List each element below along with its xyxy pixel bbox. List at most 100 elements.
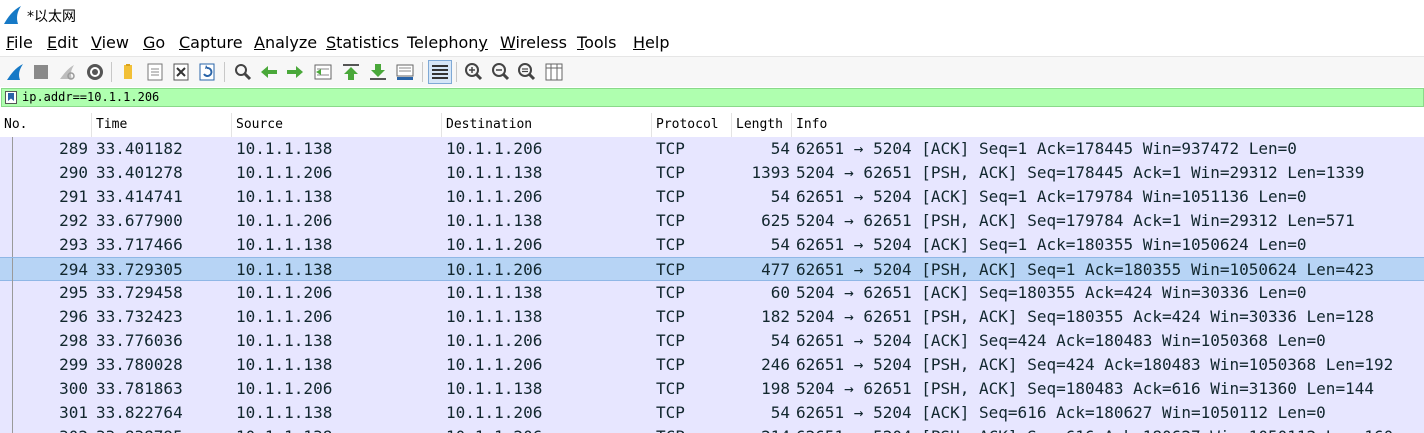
packet-cell-time: 33.401182 xyxy=(96,139,183,158)
packet-cell-src: 10.1.1.206 xyxy=(236,211,333,230)
packet-row[interactable]: 291 33.414741 10.1.1.138 10.1.1.206 TCP 54 626… xyxy=(0,185,1424,209)
packet-row[interactable]: 290 33.401278 10.1.1.206 10.1.1.138 TCP 1393 5… xyxy=(0,161,1424,185)
start-capture-fin-icon[interactable] xyxy=(4,61,26,83)
packet-cell-len: 198 xyxy=(761,379,790,398)
packet-cell-src: 10.1.1.138 xyxy=(236,355,333,374)
colorize-packet-list-icon[interactable] xyxy=(428,60,452,84)
menu-capture[interactable]: Capture xyxy=(179,33,243,52)
go-back-arrow-icon[interactable] xyxy=(258,61,280,83)
packet-cell-src: 10.1.1.138 xyxy=(236,425,332,433)
packet-cell-proto: TCP xyxy=(656,187,685,206)
zoom-out-icon[interactable] xyxy=(490,61,512,83)
packet-cell-info: 62651 → 5204 [ACK] Seq=1 Ack=179784 Win=… xyxy=(796,187,1307,206)
restart-capture-icon[interactable] xyxy=(56,61,78,83)
column-header-source[interactable]: Source xyxy=(232,113,442,137)
close-file-icon[interactable] xyxy=(170,61,192,83)
column-header-no[interactable]: No. xyxy=(0,113,92,137)
packet-cell-no: 299 xyxy=(59,355,88,374)
resize-columns-icon[interactable] xyxy=(543,61,565,83)
packet-cell-no: 289 xyxy=(59,139,88,158)
packet-row[interactable]: 293 33.717466 10.1.1.138 10.1.1.206 TCP 54 626… xyxy=(0,233,1424,257)
packet-row[interactable]: 289 33.401182 10.1.1.138 10.1.1.206 TCP 54 626… xyxy=(0,137,1424,161)
menu-wireless[interactable]: Wireless xyxy=(500,33,567,52)
packet-cell-time: 33.717466 xyxy=(96,235,183,254)
packet-cell-info: 62651 → 5204 [PSH, ACK] Seq=616 Ack=1806… xyxy=(796,425,1393,433)
packet-cell-src: 10.1.1.138 xyxy=(236,403,333,422)
packet-row[interactable]: 295 33.729458 10.1.1.206 10.1.1.138 TCP 60 520… xyxy=(0,281,1424,305)
column-header-protocol[interactable]: Protocol xyxy=(652,113,732,137)
packet-cell-time: 33.729458 xyxy=(96,283,183,302)
stop-capture-icon[interactable] xyxy=(30,61,52,83)
normal-size-icon[interactable] xyxy=(516,61,538,83)
packet-cell-info: 62651 → 5204 [ACK] Seq=1 Ack=180355 Win=… xyxy=(796,235,1307,254)
packet-row[interactable]: 302 33.838795 10.1.1.138 10.1.1.206 TCP 214 62… xyxy=(0,425,1424,433)
packet-cell-len: 60 xyxy=(770,283,790,302)
packet-cell-proto: TCP xyxy=(656,283,685,302)
packet-cell-info: 5204 → 62651 [PSH, ACK] Seq=180355 Ack=4… xyxy=(796,307,1374,326)
go-forward-arrow-icon[interactable] xyxy=(284,61,306,83)
packet-cell-dst: 10.1.1.206 xyxy=(446,187,543,206)
find-packet-magnifier-icon[interactable] xyxy=(232,61,254,83)
menu-go[interactable]: Go xyxy=(143,33,165,52)
packet-row[interactable]: 294 33.729305 10.1.1.138 10.1.1.206 TCP 477 62… xyxy=(0,257,1424,282)
packet-list-header: No. Time Source Destination Protocol Len… xyxy=(0,113,1424,138)
menu-telephony[interactable]: Telephony xyxy=(407,33,488,52)
packet-cell-time: 33.729305 xyxy=(96,260,183,279)
packet-cell-len: 54 xyxy=(770,235,790,254)
packet-cell-src: 10.1.1.206 xyxy=(236,379,333,398)
packet-cell-len: 54 xyxy=(770,331,790,350)
menu-bar: File Edit View Go Capture Analyze Statistics Te… xyxy=(0,30,1424,55)
packet-cell-info: 62651 → 5204 [PSH, ACK] Seq=424 Ack=1804… xyxy=(796,355,1394,374)
packet-cell-dst: 10.1.1.138 xyxy=(446,211,543,230)
menu-analyze[interactable]: Analyze xyxy=(254,33,317,52)
filter-bookmark-icon[interactable] xyxy=(5,91,17,104)
main-toolbar xyxy=(0,56,1424,88)
packet-cell-time: 33.838795 xyxy=(96,425,183,433)
packet-cell-info: 62651 → 5204 [ACK] Seq=616 Ack=180627 Wi… xyxy=(796,403,1326,422)
packet-cell-no: 292 xyxy=(59,211,88,230)
title-bar: *以太网 xyxy=(0,0,1424,30)
packet-cell-proto: TCP xyxy=(656,139,685,158)
column-header-info[interactable]: Info xyxy=(792,113,1424,137)
menu-statistics[interactable]: Statistics xyxy=(326,33,399,52)
packet-row[interactable]: 298 33.776036 10.1.1.138 10.1.1.206 TCP 54 626… xyxy=(0,329,1424,353)
packet-cell-info: 5204 → 62651 [PSH, ACK] Seq=180483 Ack=6… xyxy=(796,379,1374,398)
packet-cell-dst: 10.1.1.206 xyxy=(446,403,543,422)
packet-row[interactable]: 301 33.822764 10.1.1.138 10.1.1.206 TCP 54 626… xyxy=(0,401,1424,425)
column-header-destination[interactable]: Destination xyxy=(442,113,652,137)
menu-help[interactable]: Help xyxy=(633,33,669,52)
packet-cell-proto: TCP xyxy=(656,379,685,398)
save-file-icon[interactable] xyxy=(144,61,166,83)
go-first-packet-icon[interactable] xyxy=(340,61,362,83)
packet-cell-no: 298 xyxy=(59,331,88,350)
menu-tools[interactable]: Tools xyxy=(577,33,616,52)
go-last-packet-icon[interactable] xyxy=(367,61,389,83)
packet-row[interactable]: 300 33.781863 10.1.1.206 10.1.1.138 TCP 198 52… xyxy=(0,377,1424,401)
display-filter-input[interactable]: ip.addr==10.1.1.206 xyxy=(1,88,1424,107)
menu-view[interactable]: View xyxy=(91,33,129,52)
column-header-length[interactable]: Length xyxy=(732,113,792,137)
packet-cell-proto: TCP xyxy=(656,331,685,350)
packet-cell-src: 10.1.1.206 xyxy=(236,283,333,302)
packet-row[interactable]: 292 33.677900 10.1.1.206 10.1.1.138 TCP 625 52… xyxy=(0,209,1424,233)
packet-row[interactable]: 296 33.732423 10.1.1.206 10.1.1.138 TCP 182 52… xyxy=(0,305,1424,329)
packet-cell-info: 5204 → 62651 [PSH, ACK] Seq=179784 Ack=1… xyxy=(796,211,1355,230)
packet-cell-time: 33.780028 xyxy=(96,355,183,374)
go-to-packet-icon[interactable] xyxy=(312,61,334,83)
menu-edit[interactable]: Edit xyxy=(47,33,78,52)
packet-cell-info: 5204 → 62651 [PSH, ACK] Seq=178445 Ack=1… xyxy=(796,163,1365,182)
packet-cell-dst: 10.1.1.206 xyxy=(446,425,542,433)
capture-options-gear-icon[interactable] xyxy=(84,61,106,83)
zoom-in-icon[interactable] xyxy=(463,61,485,83)
open-file-folder-icon[interactable] xyxy=(118,61,140,83)
packet-cell-time: 33.822764 xyxy=(96,403,183,422)
packet-cell-len: 182 xyxy=(761,307,790,326)
auto-scroll-icon[interactable] xyxy=(394,61,416,83)
reload-file-icon[interactable] xyxy=(196,61,218,83)
packet-cell-proto: TCP xyxy=(656,425,685,433)
packet-cell-src: 10.1.1.206 xyxy=(236,307,333,326)
packet-list: No. Time Source Destination Protocol Len… xyxy=(0,110,1424,433)
menu-file[interactable]: File xyxy=(6,33,33,52)
column-header-time[interactable]: Time xyxy=(92,113,232,137)
packet-row[interactable]: 299 33.780028 10.1.1.138 10.1.1.206 TCP 246 62… xyxy=(0,353,1424,377)
